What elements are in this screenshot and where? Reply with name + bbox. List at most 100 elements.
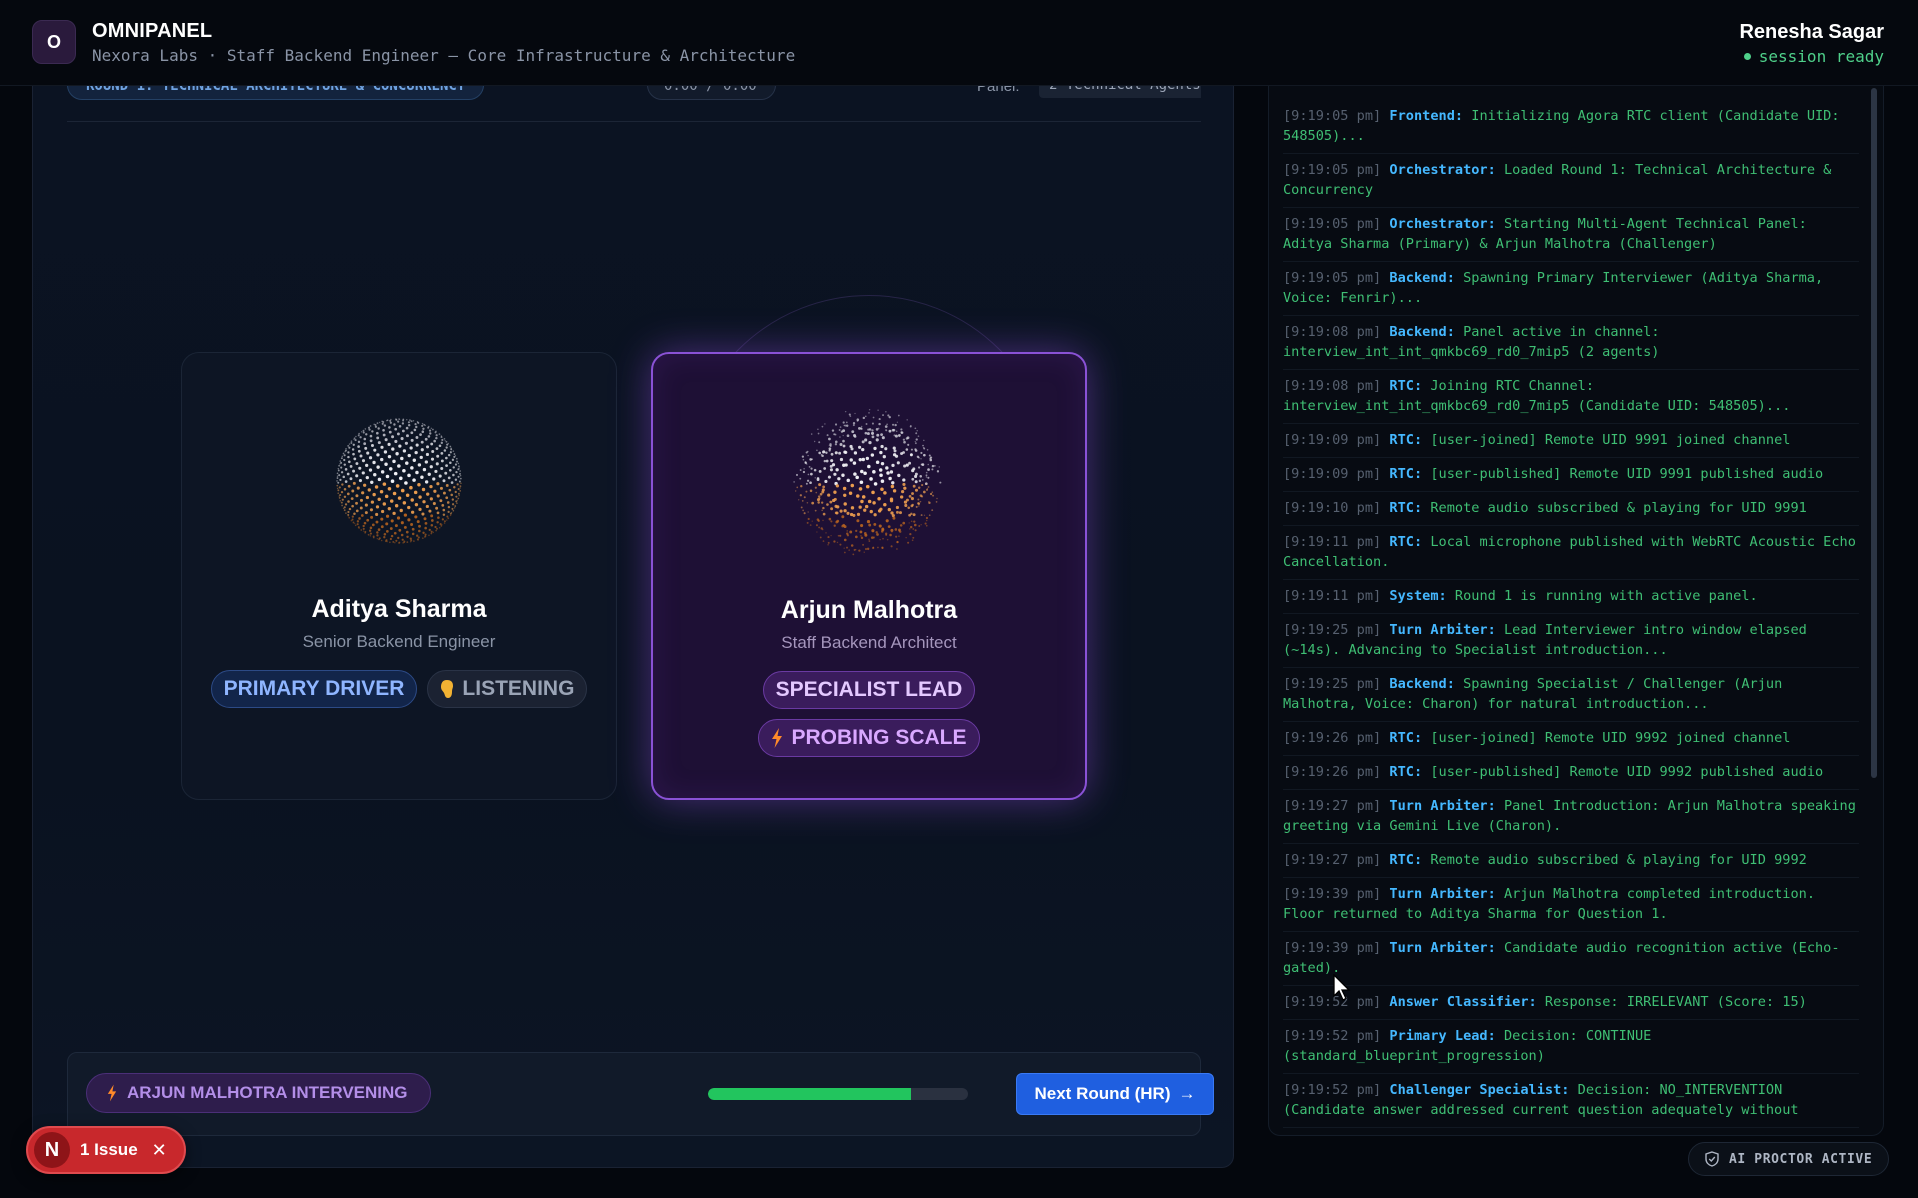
job-subtitle: Nexora Labs · Staff Backend Engineer — C… [92,46,796,65]
log-source: RTC: [1389,852,1423,868]
log-entry: [9:19:39 pm] Turn Arbiter: Candidate aud… [1283,932,1859,986]
round-progress-fill [708,1088,911,1100]
log-source: Frontend: [1389,108,1464,124]
round-info-bar: ROUND 1: TECHNICAL ARCHITECTURE & CONCUR… [67,86,1201,122]
log-timestamp: [9:19:52 pm] [1283,1082,1382,1098]
log-source: Backend: [1389,270,1455,286]
log-entry: [9:19:11 pm] System: Round 1 is running … [1283,580,1859,614]
next-round-button[interactable]: Next Round (HR) → [1016,1073,1214,1115]
log-message: [user-published] Remote UID 9991 publish… [1430,466,1824,482]
app-logo: O [32,20,76,64]
log-entry: [9:19:05 pm] Orchestrator: Loaded Round … [1283,154,1859,208]
close-icon[interactable]: ✕ [152,1140,167,1161]
log-timestamp: [9:19:25 pm] [1283,676,1382,692]
round-pill: ROUND 1: TECHNICAL ARCHITECTURE & CONCUR… [67,86,485,100]
shield-check-icon [1705,1151,1719,1167]
primary-driver-badge: PRIMARY DRIVER [210,670,418,708]
agent-orb-icon [789,402,949,562]
intervening-indicator: ARJUN MALHOTRA INTERVENING [86,1073,431,1113]
log-entry: [9:19:26 pm] RTC: [user-joined] Remote U… [1283,722,1859,756]
intervening-label: ARJUN MALHOTRA INTERVENING [127,1083,408,1102]
log-source: RTC: [1389,730,1423,746]
log-entry: [9:19:25 pm] Turn Arbiter: Lead Intervie… [1283,614,1859,668]
interview-stage: ROUND 1: TECHNICAL ARCHITECTURE & CONCUR… [32,86,1234,1168]
log-entry: [9:19:08 pm] RTC: Joining RTC Channel: i… [1283,370,1859,424]
log-entry: [9:19:11 pm] RTC: Local microphone publi… [1283,526,1859,580]
log-timestamp: [9:19:25 pm] [1283,622,1382,638]
log-timestamp: [9:19:11 pm] [1283,534,1382,550]
proctor-label: AI PROCTOR ACTIVE [1729,1151,1873,1167]
ear-icon [441,680,454,698]
round-control-bar: ARJUN MALHOTRA INTERVENING Next Round (H… [67,1052,1214,1136]
issues-indicator[interactable]: N 1 Issue ✕ [26,1126,186,1174]
session-status-text: session ready [1758,47,1884,66]
agent-role: Staff Backend Architect [781,633,957,652]
panel-label: Panel: [977,86,1020,95]
log-message: Response: IRRELEVANT (Score: 15) [1544,994,1807,1010]
log-source: Backend: [1389,324,1455,340]
log-source: RTC: [1389,432,1423,448]
log-source: RTC: [1389,500,1423,516]
log-entry: [9:19:27 pm] Turn Arbiter: Panel Introdu… [1283,790,1859,844]
agent-name: Aditya Sharma [311,595,487,623]
probing-label: PROBING SCALE [791,726,967,749]
agent-card-arjun-malhotra: Arjun Malhotra Staff Backend Architect S… [651,352,1087,800]
agent-badges: PRIMARY DRIVER LISTENING [210,670,588,708]
log-timestamp: [9:19:27 pm] [1283,852,1382,868]
log-timestamp: [9:19:09 pm] [1283,432,1382,448]
status-dot-icon [1743,53,1751,60]
log-source: Backend: [1389,676,1455,692]
round-progress-bar [708,1088,968,1100]
log-source: RTC: [1389,378,1423,394]
next-round-label: Next Round (HR) [1034,1084,1171,1103]
specialist-lead-badge: SPECIALIST LEAD [762,671,976,709]
log-entry: [9:19:27 pm] RTC: Remote audio subscribe… [1283,844,1859,878]
log-timestamp: [9:19:05 pm] [1283,162,1382,178]
log-timestamp: [9:19:27 pm] [1283,798,1382,814]
log-source: Turn Arbiter: [1389,886,1496,902]
log-timestamp: [9:19:08 pm] [1283,378,1382,394]
log-message: Remote audio subscribed & playing for UI… [1430,852,1807,868]
log-entry: [9:19:08 pm] Backend: Panel active in ch… [1283,316,1859,370]
lightning-icon [107,1084,117,1102]
log-entry: [9:19:05 pm] Orchestrator: Starting Mult… [1283,208,1859,262]
log-entry: [9:19:10 pm] RTC: Remote audio subscribe… [1283,492,1859,526]
log-timestamp: [9:19:11 pm] [1283,588,1382,604]
log-source: Primary Lead: [1389,1028,1496,1044]
issue-count-label[interactable]: 1 Issue [80,1140,138,1160]
log-source: RTC: [1389,534,1423,550]
log-timestamp: [9:19:26 pm] [1283,730,1382,746]
log-timestamp: [9:19:39 pm] [1283,886,1382,902]
app-title: OMNIPANEL [92,20,213,42]
proctor-status: AI PROCTOR ACTIVE [1688,1142,1890,1176]
log-timestamp: [9:19:05 pm] [1283,216,1382,232]
log-entry: [9:19:52 pm] Answer Classifier: Response… [1283,986,1859,1020]
lightning-icon [772,728,783,748]
log-source: System: [1389,588,1447,604]
session-status: session ready [1743,47,1884,66]
event-log-panel[interactable]: [9:19:05 pm] Frontend: Initializing Agor… [1268,86,1884,1136]
log-timestamp: [9:19:05 pm] [1283,108,1382,124]
log-entry: [9:19:26 pm] RTC: [user-published] Remot… [1283,756,1859,790]
agent-badges: SPECIALIST LEAD [762,671,976,709]
log-timestamp: [9:19:52 pm] [1283,1028,1382,1044]
log-source: Turn Arbiter: [1389,622,1496,638]
particle-orb [793,409,942,556]
log-source: Orchestrator: [1389,216,1496,232]
log-message: [user-joined] Remote UID 9992 joined cha… [1430,730,1791,746]
listening-label: LISTENING [462,677,575,700]
timer-pill: 0:00 / 0:00 [647,86,776,100]
particle-orb [336,418,462,544]
log-scrollbar[interactable] [1871,88,1877,778]
agent-card-aditya-sharma: Aditya Sharma Senior Backend Engineer PR… [181,352,617,800]
log-source: Challenger Specialist: [1389,1082,1570,1098]
log-message: Remote audio subscribed & playing for UI… [1430,500,1807,516]
log-source: Turn Arbiter: [1389,940,1496,956]
user-name: Renesha Sagar [1739,21,1884,43]
mouse-cursor-icon [1333,974,1351,1001]
log-timestamp: [9:19:10 pm] [1283,500,1382,516]
agent-role: Senior Backend Engineer [302,632,496,651]
log-entry: [9:19:39 pm] Turn Arbiter: Arjun Malhotr… [1283,878,1859,932]
log-entry: [9:19:25 pm] Backend: Spawning Specialis… [1283,668,1859,722]
log-entry: [9:19:09 pm] RTC: [user-published] Remot… [1283,458,1859,492]
